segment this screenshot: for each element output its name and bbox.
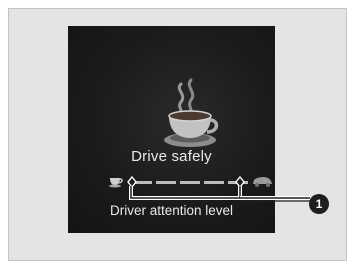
callout-number: 1 [309, 194, 329, 214]
callout-leader-lines [129, 186, 310, 202]
